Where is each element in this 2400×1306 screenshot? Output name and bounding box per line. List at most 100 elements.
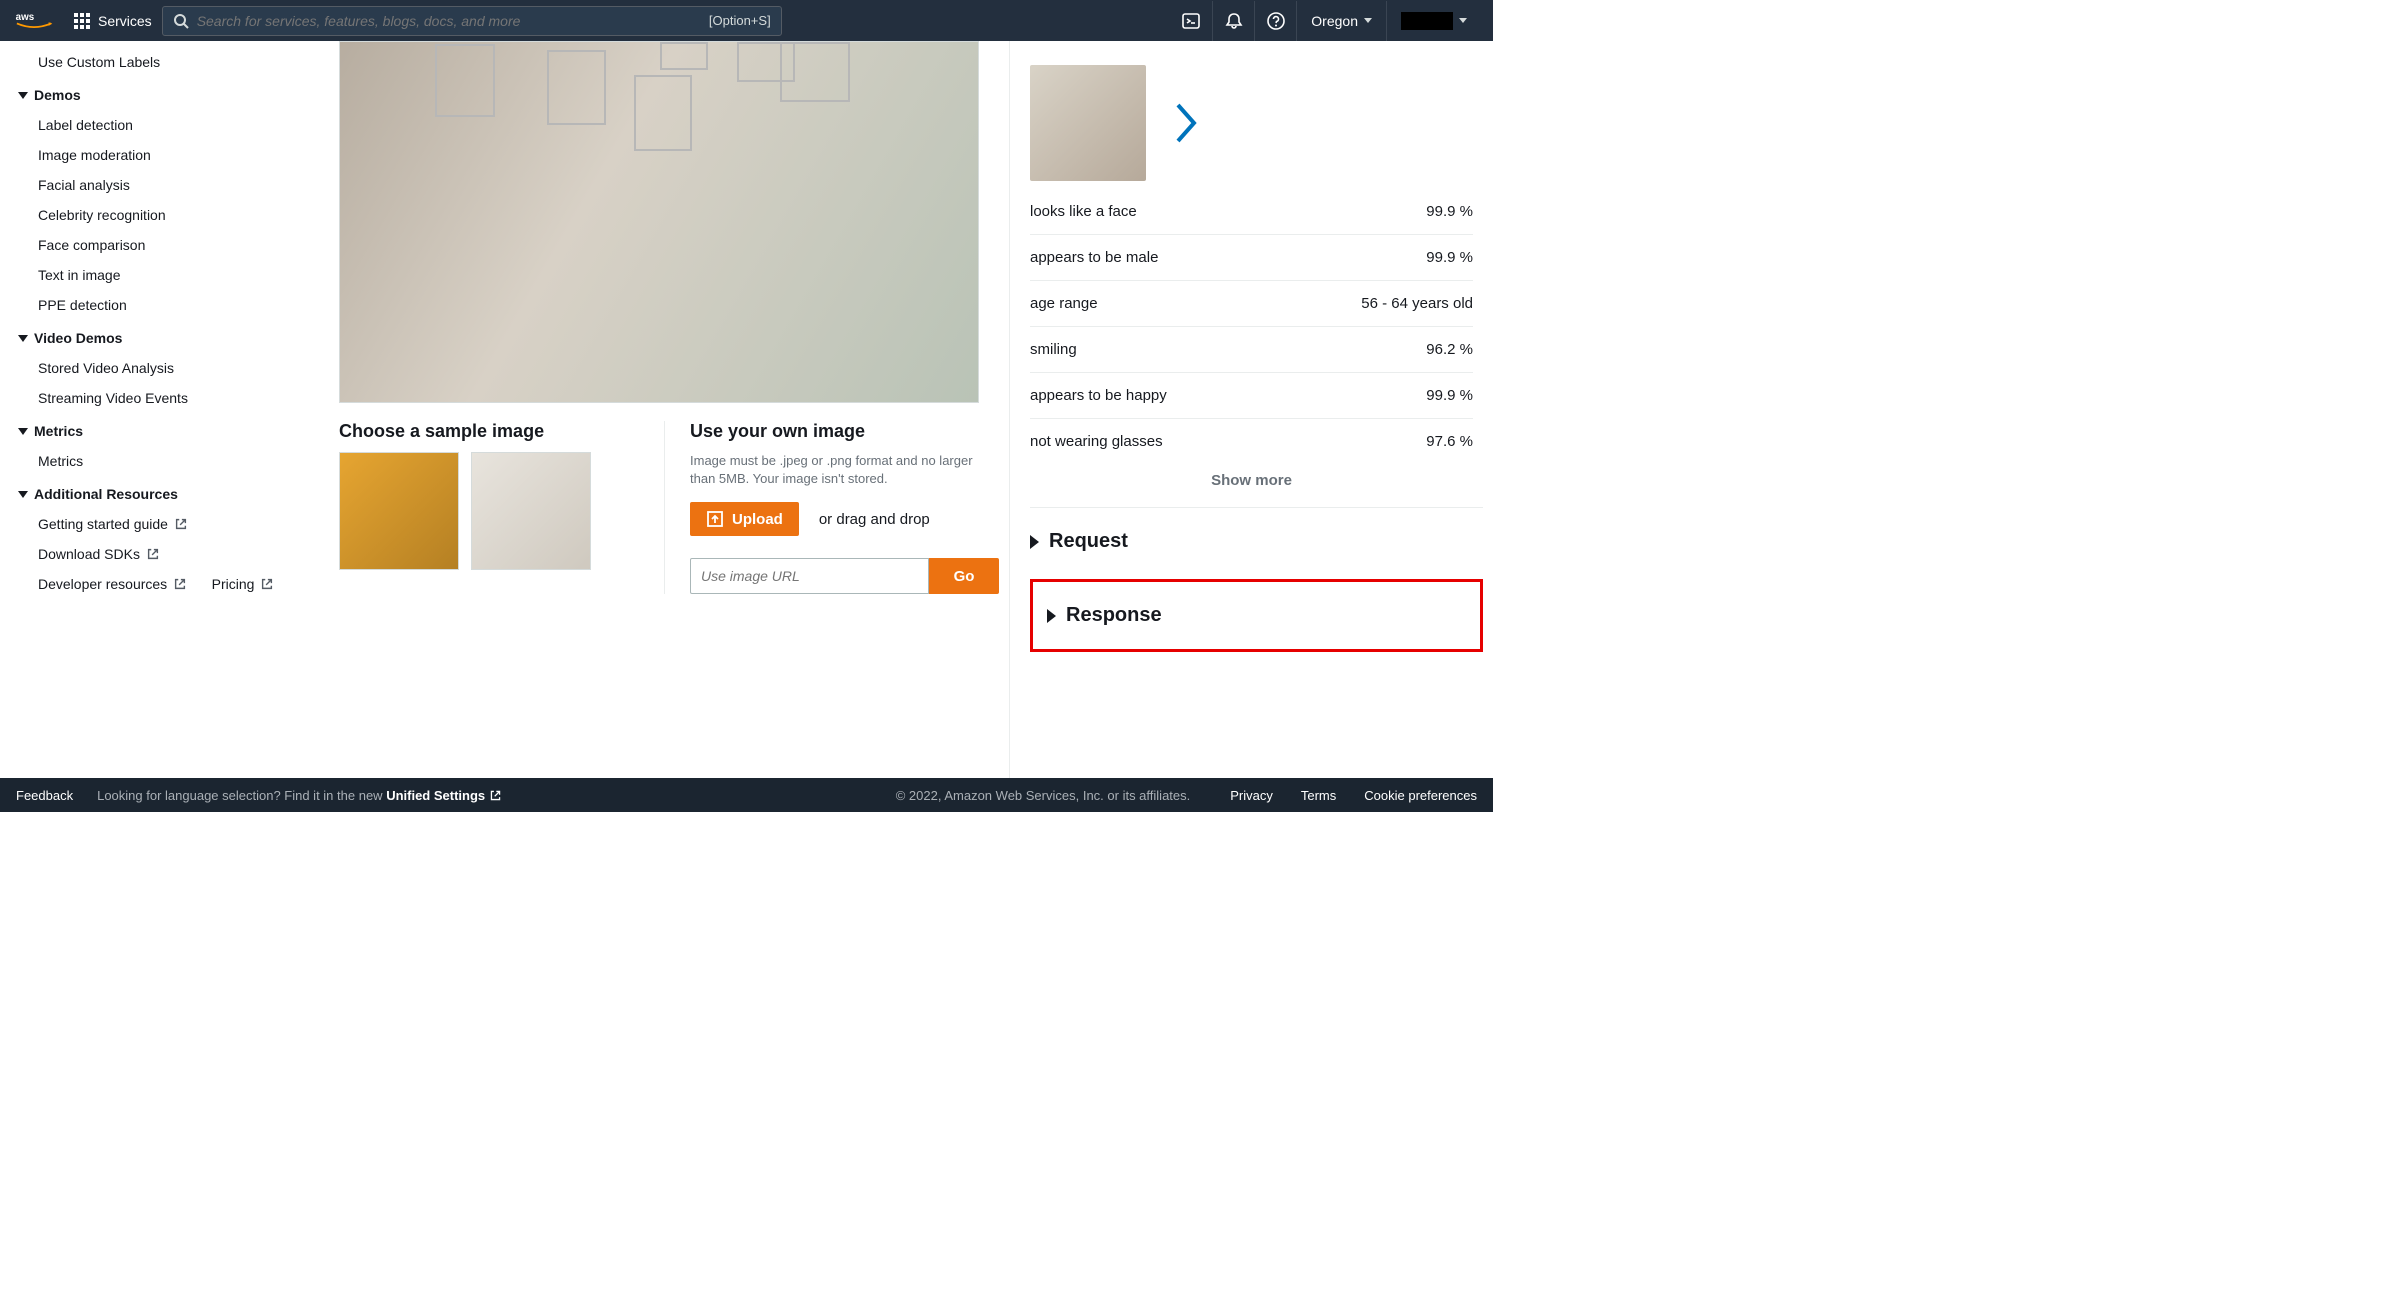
choose-sample-section: Choose a sample image	[339, 421, 639, 594]
main-area: Use Custom Labels Demos Label detection …	[0, 41, 1493, 778]
help-button[interactable]	[1254, 1, 1296, 41]
external-link-icon	[174, 517, 188, 531]
choose-sample-heading: Choose a sample image	[339, 421, 639, 442]
sidebar-item-ppe-detection[interactable]: PPE detection	[18, 290, 310, 320]
sidebar-item-facial-analysis[interactable]: Facial analysis	[18, 170, 310, 200]
feedback-link[interactable]: Feedback	[16, 788, 73, 803]
account-menu[interactable]	[1386, 1, 1481, 41]
bell-icon	[1224, 11, 1244, 31]
drag-drop-text: or drag and drop	[819, 511, 930, 528]
sidebar-item-stored-video[interactable]: Stored Video Analysis	[18, 353, 310, 383]
face-bounding-box	[547, 50, 606, 125]
response-label: Response	[1066, 604, 1162, 627]
upload-button[interactable]: Upload	[690, 502, 799, 536]
attribute-value: 97.6 %	[1426, 433, 1473, 450]
top-nav: aws Services [Option+S] Oregon	[0, 0, 1493, 41]
services-grid-icon	[74, 13, 90, 29]
topnav-actions: Oregon	[1170, 1, 1481, 41]
sidebar-item-getting-started[interactable]: Getting started guide	[18, 509, 188, 539]
sidebar-group-demos[interactable]: Demos	[18, 77, 310, 110]
attribute-row: appears to be happy 99.9 %	[1030, 373, 1473, 419]
attribute-row: not wearing glasses97.6 %	[1030, 419, 1473, 464]
account-name-redacted	[1401, 12, 1453, 30]
attribute-row: smiling96.2 %	[1030, 327, 1473, 373]
sidebar-item-celebrity-recognition[interactable]: Celebrity recognition	[18, 200, 310, 230]
terms-link[interactable]: Terms	[1301, 788, 1336, 803]
attribute-label: looks like a face	[1030, 203, 1137, 220]
external-link-icon	[146, 547, 160, 561]
sidebar-item-download-sdks[interactable]: Download SDKs	[18, 539, 160, 569]
search-shortcut: [Option+S]	[709, 13, 771, 28]
sidebar-item-custom-labels[interactable]: Use Custom Labels	[18, 47, 310, 77]
search-icon	[173, 13, 189, 29]
attribute-value: 99.9 %	[1426, 387, 1473, 404]
face-bounding-box	[660, 42, 708, 70]
sidebar-item-developer-resources[interactable]: Developer resources	[18, 569, 187, 599]
services-button[interactable]: Services	[74, 13, 152, 29]
sidebar-item-metrics[interactable]: Metrics	[18, 446, 310, 476]
attribute-value: 96.2 %	[1426, 341, 1473, 358]
copyright: © 2022, Amazon Web Services, Inc. or its…	[896, 788, 1191, 803]
region-selector[interactable]: Oregon	[1296, 1, 1386, 41]
response-expander[interactable]: Response	[1047, 582, 1466, 649]
sidebar-item-streaming-video[interactable]: Streaming Video Events	[18, 383, 310, 413]
next-face-button[interactable]	[1174, 101, 1198, 145]
chevron-down-icon	[18, 491, 28, 498]
use-own-heading: Use your own image	[690, 421, 999, 442]
sidebar-item-pricing[interactable]: Pricing	[192, 569, 275, 599]
sample-thumb-1[interactable]	[339, 452, 459, 570]
request-expander[interactable]: Request	[1030, 507, 1483, 575]
sidebar-group-metrics[interactable]: Metrics	[18, 413, 310, 446]
go-button[interactable]: Go	[929, 558, 999, 594]
use-own-hint: Image must be .jpeg or .png format and n…	[690, 452, 999, 488]
chevron-down-icon	[18, 428, 28, 435]
attribute-row: appears to be male 99.9 %	[1030, 235, 1473, 281]
sidebar-item-text-in-image[interactable]: Text in image	[18, 260, 310, 290]
services-label: Services	[98, 13, 152, 29]
aws-logo[interactable]: aws	[12, 10, 56, 32]
attribute-label: age range	[1030, 295, 1098, 312]
region-label: Oregon	[1311, 13, 1358, 29]
panel-left: Choose a sample image Use your own image…	[339, 41, 999, 778]
cookie-link[interactable]: Cookie preferences	[1364, 788, 1477, 803]
sidebar-group-additional[interactable]: Additional Resources	[18, 476, 310, 509]
language-hint: Looking for language selection? Find it …	[97, 788, 502, 803]
attributes-list: looks like a face99.9 %appears to be mal…	[1030, 189, 1473, 464]
search-input[interactable]	[197, 13, 709, 29]
sidebar: Use Custom Labels Demos Label detection …	[0, 41, 310, 778]
global-search[interactable]: [Option+S]	[162, 6, 782, 36]
caret-down-icon	[1459, 18, 1467, 23]
use-own-section: Use your own image Image must be .jpeg o…	[664, 421, 999, 594]
face-bounding-box	[780, 42, 850, 102]
attribute-row: age range56 - 64 years old	[1030, 281, 1473, 327]
cloudshell-icon	[1181, 11, 1201, 31]
face-bounding-box	[634, 75, 692, 151]
sidebar-group-video-demos[interactable]: Video Demos	[18, 320, 310, 353]
request-label: Request	[1049, 530, 1128, 553]
analysis-image	[339, 41, 979, 403]
footer: Feedback Looking for language selection?…	[0, 778, 1493, 812]
sidebar-item-face-comparison[interactable]: Face comparison	[18, 230, 310, 260]
response-highlight: Response	[1030, 579, 1483, 652]
upload-icon	[706, 510, 724, 528]
image-url-input[interactable]	[690, 558, 929, 594]
sidebar-item-image-moderation[interactable]: Image moderation	[18, 140, 310, 170]
result-face-thumb[interactable]	[1030, 65, 1146, 181]
chevron-down-icon	[18, 92, 28, 99]
chevron-down-icon	[18, 335, 28, 342]
chevron-right-icon	[1030, 535, 1039, 549]
external-link-icon	[260, 577, 274, 591]
notifications-button[interactable]	[1212, 1, 1254, 41]
attribute-value: 99.9 %	[1426, 249, 1473, 266]
sidebar-item-label-detection[interactable]: Label detection	[18, 110, 310, 140]
attribute-value: 99.9 %	[1426, 203, 1473, 220]
privacy-link[interactable]: Privacy	[1230, 788, 1273, 803]
help-icon	[1266, 11, 1286, 31]
sample-thumb-2[interactable]	[471, 452, 591, 570]
show-more-button[interactable]: Show more	[1030, 464, 1473, 507]
attribute-label: appears to be happy	[1030, 387, 1167, 404]
attribute-label: appears to be male	[1030, 249, 1158, 266]
panel-right: looks like a face99.9 %appears to be mal…	[1009, 41, 1493, 778]
unified-settings-link[interactable]: Unified Settings	[386, 788, 502, 803]
cloudshell-button[interactable]	[1170, 1, 1212, 41]
